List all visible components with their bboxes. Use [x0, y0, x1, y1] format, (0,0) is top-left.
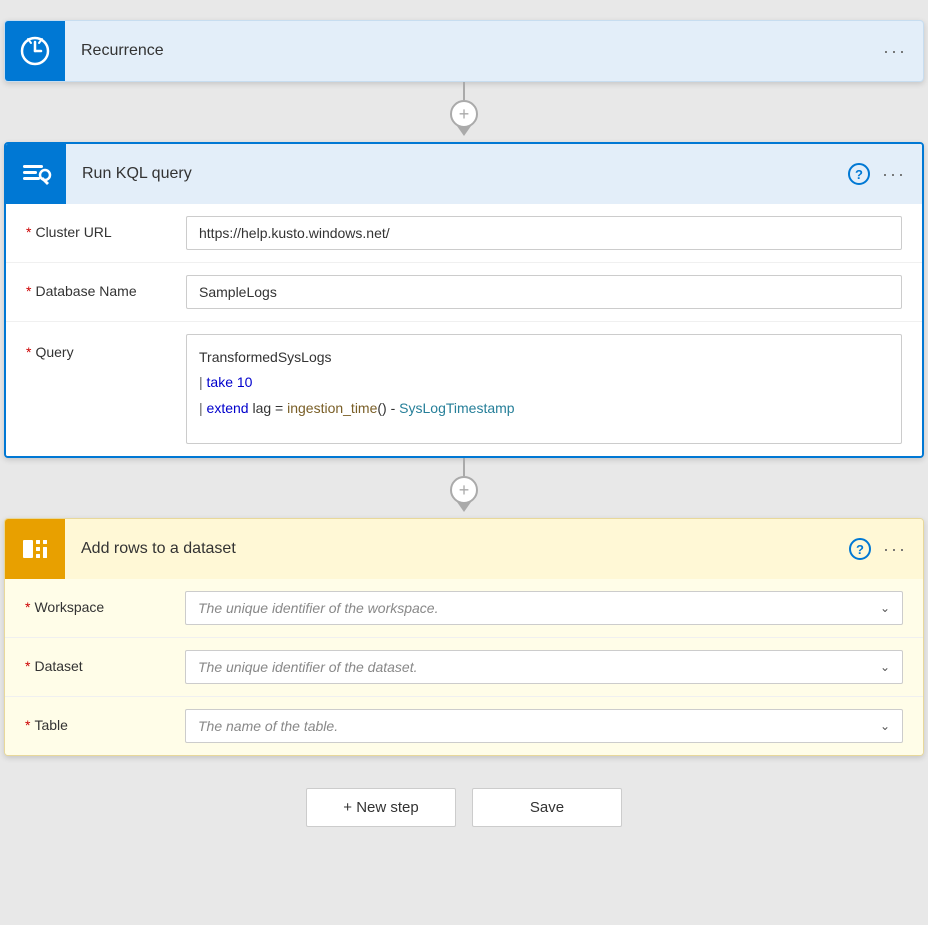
kql-title: Run KQL query: [66, 165, 848, 183]
dataset-chevron-down-icon: ⌄: [880, 660, 890, 674]
recurrence-title: Recurrence: [65, 42, 883, 60]
workspace-row: *Workspace The unique identifier of the …: [5, 579, 923, 638]
kql-header: Run KQL query ? ···: [6, 144, 922, 204]
connector-2: +: [450, 458, 478, 518]
database-name-input[interactable]: [186, 275, 902, 309]
connector-line-top-2: [463, 458, 465, 476]
dataset-field-label: *Dataset: [25, 650, 185, 674]
kql-more-button[interactable]: ···: [882, 164, 906, 185]
kql-body: *Cluster URL *Database Name *Query Trans…: [6, 204, 922, 456]
recurrence-header: Recurrence ···: [5, 21, 923, 81]
bottom-actions: + New step Save: [306, 788, 622, 827]
query-line-1: TransformedSysLogs: [199, 346, 889, 368]
kql-help-button[interactable]: ?: [848, 163, 870, 185]
query-row: *Query TransformedSysLogs | take 10 | ex…: [6, 322, 922, 456]
table-label: *Table: [25, 709, 185, 733]
recurrence-actions: ···: [883, 41, 923, 62]
database-name-label: *Database Name: [26, 275, 186, 299]
recurrence-card: Recurrence ···: [4, 20, 924, 82]
query-line-2: | take 10: [199, 371, 889, 393]
dataset-header: Add rows to a dataset ? ···: [5, 519, 923, 579]
kql-icon: [19, 157, 53, 191]
kql-icon-container: [6, 144, 66, 204]
query-label: *Query: [26, 334, 186, 360]
dataset-icon: [18, 532, 52, 566]
query-line-3: | extend lag = ingestion_time() - SysLog…: [199, 397, 889, 419]
dataset-body: *Workspace The unique identifier of the …: [5, 579, 923, 755]
workspace-select[interactable]: The unique identifier of the workspace. …: [185, 591, 903, 625]
dataset-more-button[interactable]: ···: [883, 539, 907, 560]
table-placeholder: The name of the table.: [198, 718, 338, 734]
table-row: *Table The name of the table. ⌄: [5, 697, 923, 755]
cluster-url-label: *Cluster URL: [26, 216, 186, 240]
kql-card: Run KQL query ? ··· *Cluster URL *Databa…: [4, 142, 924, 458]
dataset-actions: ? ···: [849, 538, 923, 560]
connector-line-top-1: [463, 82, 465, 100]
cluster-url-row: *Cluster URL: [6, 204, 922, 263]
dataset-help-button[interactable]: ?: [849, 538, 871, 560]
kql-actions: ? ···: [848, 163, 922, 185]
dataset-placeholder: The unique identifier of the dataset.: [198, 659, 417, 675]
query-input[interactable]: TransformedSysLogs | take 10 | extend la…: [186, 334, 902, 444]
clock-icon: [19, 35, 51, 67]
dataset-card: Add rows to a dataset ? ··· *Workspace T…: [4, 518, 924, 756]
table-select[interactable]: The name of the table. ⌄: [185, 709, 903, 743]
add-step-button-1[interactable]: +: [450, 100, 478, 128]
recurrence-more-button[interactable]: ···: [883, 41, 907, 62]
workspace-chevron-down-icon: ⌄: [880, 601, 890, 615]
cluster-url-input[interactable]: [186, 216, 902, 250]
database-name-row: *Database Name: [6, 263, 922, 322]
workspace-placeholder: The unique identifier of the workspace.: [198, 600, 438, 616]
table-chevron-down-icon: ⌄: [880, 719, 890, 733]
workspace-label: *Workspace: [25, 591, 185, 615]
add-step-button-2[interactable]: +: [450, 476, 478, 504]
connector-1: +: [450, 82, 478, 142]
dataset-select[interactable]: The unique identifier of the dataset. ⌄: [185, 650, 903, 684]
flow-container: Recurrence ··· + Run KQL quer: [4, 20, 924, 847]
save-button[interactable]: Save: [472, 788, 622, 827]
dataset-title: Add rows to a dataset: [65, 540, 849, 558]
new-step-button[interactable]: + New step: [306, 788, 456, 827]
dataset-row: *Dataset The unique identifier of the da…: [5, 638, 923, 697]
recurrence-icon-container: [5, 21, 65, 81]
dataset-icon-container: [5, 519, 65, 579]
